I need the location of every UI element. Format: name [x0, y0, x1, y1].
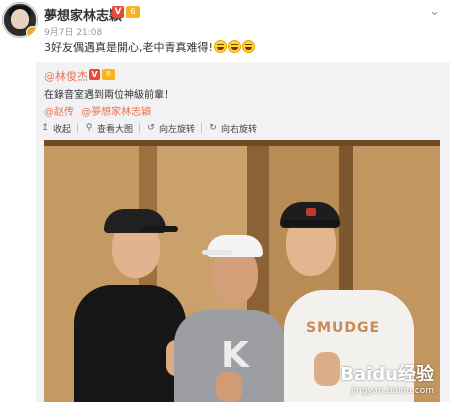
collapse-button[interactable]: ↥ 收起 [40, 122, 71, 135]
laughing-emoji-icon [227, 40, 241, 53]
ceiling-trim [44, 140, 440, 146]
avatar-verified-icon [26, 26, 38, 38]
rotate-left-label: 向左旋转 [159, 124, 196, 135]
person-middle-cap-brim [202, 250, 232, 255]
chevron-down-icon[interactable]: ⌄ [429, 4, 440, 19]
arrow-up-icon: ↥ [41, 123, 49, 133]
person-right-cap-brim [282, 220, 340, 226]
weibo-post: 夢想家林志穎 V 6 ⌄ 9月7日 21:08 3好友偶遇真是開心,老中青真难得… [0, 0, 450, 402]
thumbs-up-hand [216, 372, 242, 402]
laughing-emoji-icon [213, 40, 227, 53]
author-avatar[interactable] [2, 2, 38, 38]
toolbar-divider [139, 123, 141, 133]
toolbar-divider [77, 123, 79, 133]
thumbs-up-hand [314, 352, 340, 386]
watermark-url: jingyan.baidu.com [350, 386, 434, 396]
rotate-right-icon: ↻ [209, 123, 217, 133]
mention-link[interactable]: @赵传 [44, 107, 74, 118]
repost-member-level-badge[interactable]: 6 [102, 69, 115, 80]
baidu-jingyan-watermark: Baidu经验 jingyan.baidu.com [340, 360, 434, 396]
repost-mentions: @赵传 @夢想家林志穎 [44, 103, 155, 118]
post-text: 3好友偶遇真是開心,老中青真难得! [44, 41, 213, 54]
magnifier-icon: ⚲ [85, 123, 93, 133]
member-level-badge[interactable]: 6 [126, 6, 140, 18]
person-left-cap-brim [140, 226, 178, 232]
mention-link[interactable]: @夢想家林志穎 [81, 107, 151, 118]
shirt-print: SMUDGE [306, 320, 381, 336]
rotate-left-icon: ↺ [147, 123, 155, 133]
rotate-right-button[interactable]: ↻ 向右旋转 [208, 122, 257, 135]
collapse-label: 收起 [53, 124, 72, 135]
verified-badge-icon: V [112, 6, 124, 18]
repost-verified-badge-icon: V [89, 69, 100, 80]
toolbar-divider [201, 123, 203, 133]
post-author-name[interactable]: 夢想家林志穎 [44, 5, 122, 24]
repost-text: 在錄音室遇到兩位神級前輩！ [44, 90, 174, 101]
repost-author-name[interactable]: @林俊杰 [44, 68, 88, 84]
post-photo[interactable]: K SMUDGE Baidu经验 jingyan.baidu.com [44, 140, 440, 402]
reposted-weibo: @林俊杰 V 6 在錄音室遇到兩位神級前輩！ @赵传 @夢想家林志穎 ↥ 收起 … [36, 62, 450, 402]
rotate-right-label: 向右旋转 [221, 124, 258, 135]
cap-logo [306, 208, 316, 216]
shirt-letter: K [221, 335, 249, 376]
image-toolbar: ↥ 收起 ⚲ 查看大图 ↺ 向左旋转 ↻ 向右旋转 [40, 120, 257, 136]
post-content: 3好友偶遇真是開心,老中青真难得! [44, 40, 255, 55]
view-large-button[interactable]: ⚲ 查看大图 [84, 122, 133, 135]
rotate-left-button[interactable]: ↺ 向左旋转 [146, 122, 195, 135]
watermark-main: Baidu经验 [340, 364, 434, 385]
laughing-emoji-icon [241, 40, 255, 53]
view-large-label: 查看大图 [97, 124, 134, 135]
post-timestamp[interactable]: 9月7日 21:08 [44, 25, 102, 38]
